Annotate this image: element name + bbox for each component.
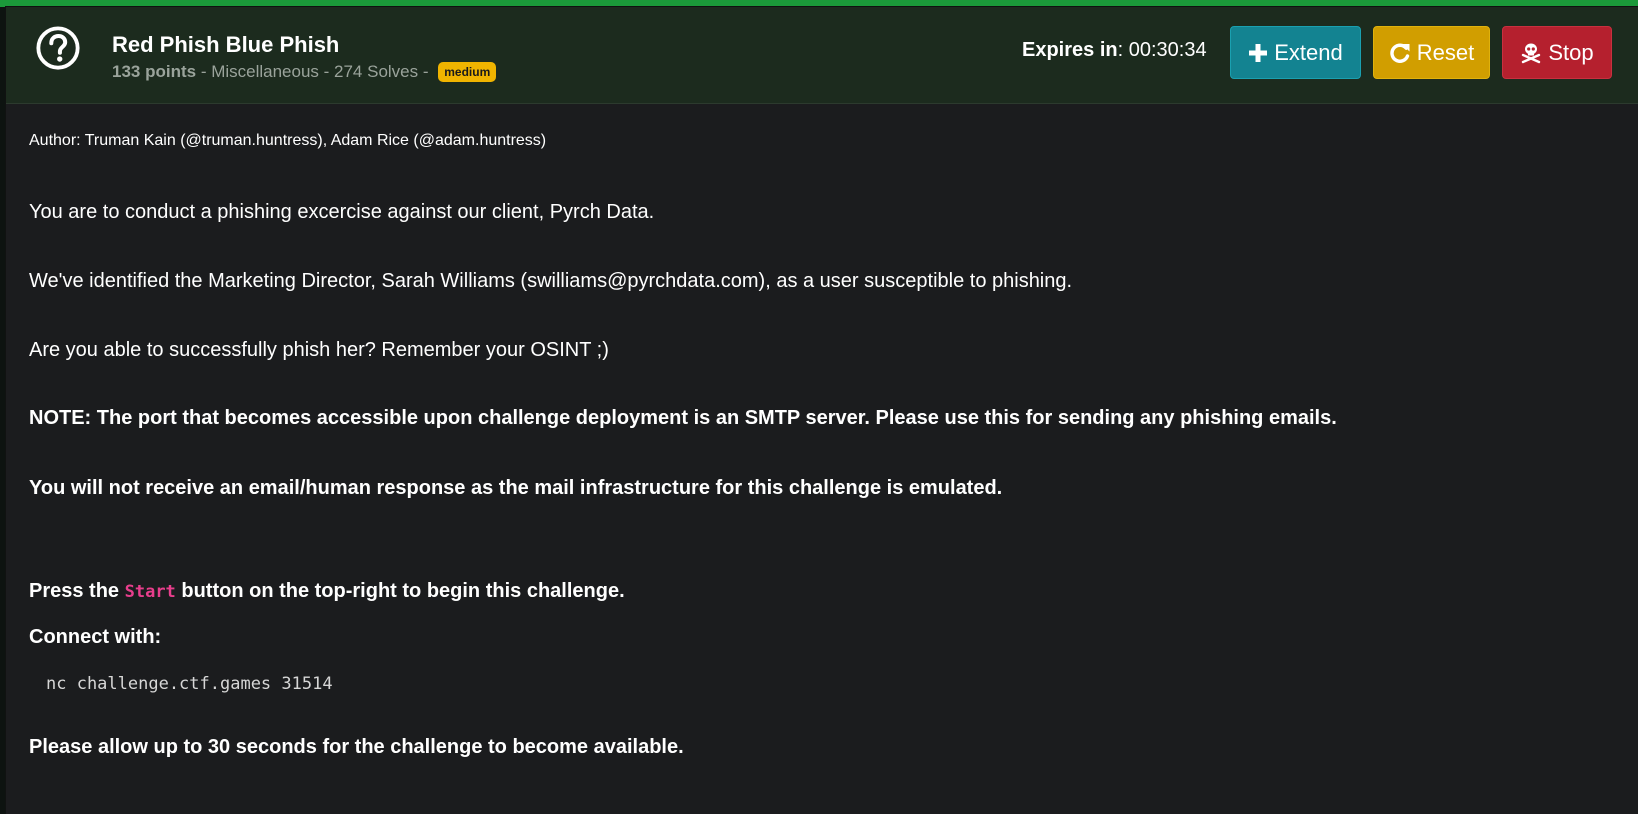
start-instruction: Press the Start button on the top-right …: [29, 580, 625, 603]
challenge-category-solves: - Miscellaneous - 274 Solves -: [196, 62, 434, 81]
start-inline-code: Start: [124, 582, 176, 602]
expires-timer: Expires in: 00:30:34: [1022, 39, 1207, 62]
plus-icon: [1249, 43, 1268, 62]
description-paragraph-2: We've identified the Marketing Director,…: [29, 270, 1073, 292]
top-accent-bar: [0, 0, 1638, 7]
stop-button[interactable]: Stop: [1502, 26, 1612, 79]
availability-note: Please allow up to 30 seconds for the ch…: [29, 736, 684, 758]
challenge-title: Red Phish Blue Phish: [112, 32, 340, 57]
difficulty-badge: medium: [438, 62, 497, 82]
extend-button-label: Extend: [1274, 39, 1343, 65]
description-paragraph-3: Are you able to successfully phish her? …: [29, 339, 609, 361]
connect-label: Connect with:: [29, 626, 162, 648]
expires-value: : 00:30:34: [1117, 39, 1207, 61]
reset-button[interactable]: Reset: [1373, 26, 1490, 79]
description-paragraph-1: You are to conduct a phishing excercise …: [29, 201, 655, 223]
start-instruction-before: Press the: [29, 580, 125, 602]
stop-button-label: Stop: [1548, 39, 1594, 65]
challenge-header: Red Phish Blue Phish 133 points - Miscel…: [6, 7, 1638, 104]
connect-command[interactable]: nc challenge.ctf.games 31514: [46, 674, 333, 694]
extend-button[interactable]: Extend: [1230, 26, 1361, 79]
skull-crossbones-icon: [1522, 43, 1541, 63]
author-line: Author: Truman Kain (@truman.huntress), …: [29, 132, 547, 149]
reset-button-label: Reset: [1416, 39, 1475, 65]
no-response-note: You will not receive an email/human resp…: [29, 477, 1003, 499]
challenge-meta: 133 points - Miscellaneous - 274 Solves …: [112, 62, 497, 82]
redo-icon: [1390, 43, 1410, 63]
smtp-note: NOTE: The port that becomes accessible u…: [29, 407, 1337, 429]
challenge-points: 133 points: [112, 62, 197, 81]
question-circle-icon[interactable]: [35, 25, 81, 71]
expires-label: Expires in: [1022, 39, 1118, 61]
start-instruction-after: button on the top-right to begin this ch…: [175, 580, 625, 602]
